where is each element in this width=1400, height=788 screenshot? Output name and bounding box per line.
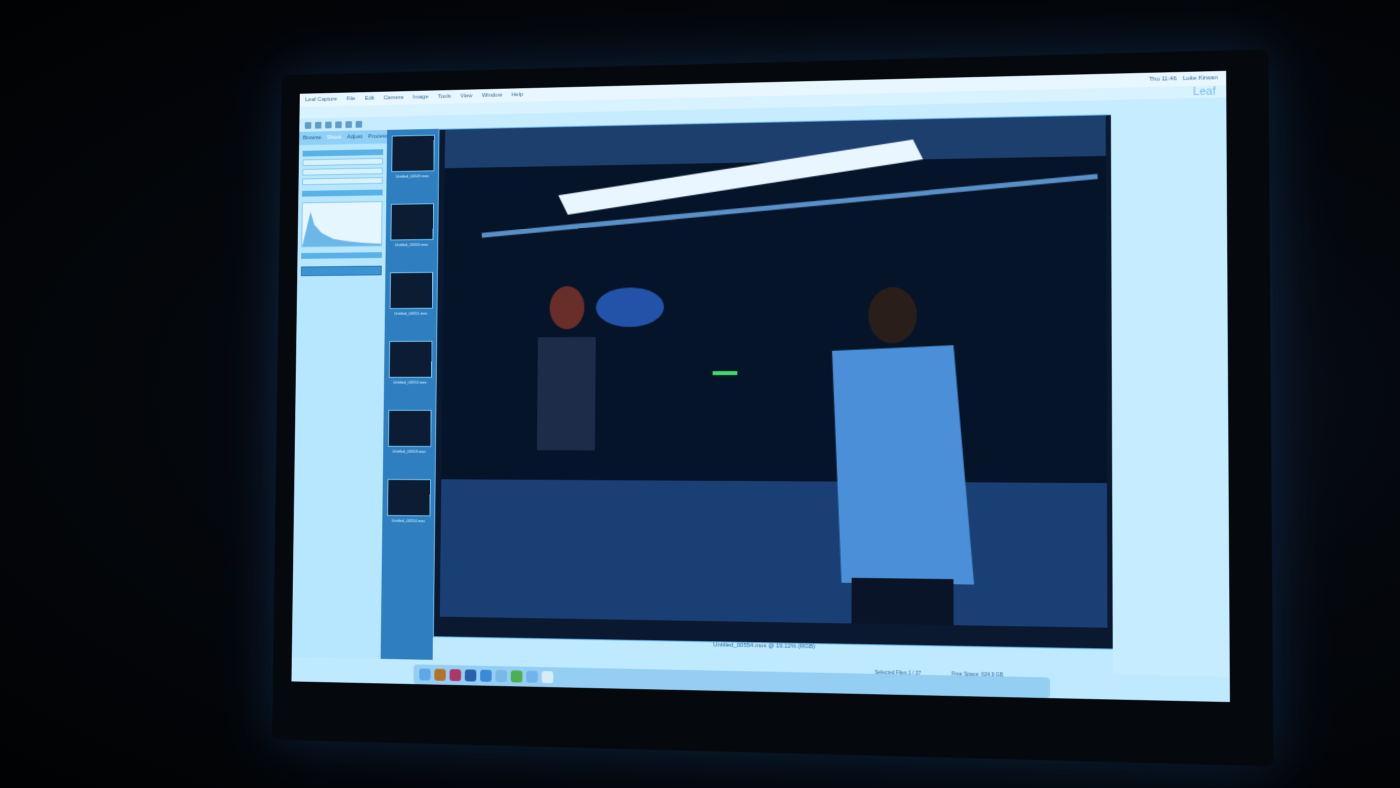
settings-field[interactable]: [302, 167, 383, 176]
menu-item-app[interactable]: Leaf Capture: [305, 97, 337, 103]
histogram-graph: [302, 210, 382, 247]
menu-item-edit[interactable]: Edit: [365, 96, 375, 102]
indesign-icon[interactable]: [449, 669, 462, 682]
dark-room-scene: Leaf Capture File Edit Camera Image Tool…: [0, 0, 1400, 788]
thumbnail-label: Untitled_00554.mos: [391, 517, 426, 524]
thumbnail[interactable]: [390, 134, 435, 173]
tab-adjust[interactable]: Adjust: [347, 134, 363, 140]
progress-bar: [300, 265, 382, 277]
thumbnail-label: Untitled_00553.mos: [392, 448, 426, 454]
leaf-logo: Leaf: [1193, 85, 1216, 99]
tool-icon[interactable]: [325, 121, 332, 128]
thumbnail[interactable]: [386, 478, 431, 517]
photoshop-icon[interactable]: [464, 669, 477, 682]
trash-icon[interactable]: [541, 671, 554, 684]
section-header[interactable]: [301, 252, 382, 259]
menu-item-file[interactable]: File: [346, 96, 355, 102]
mail-icon[interactable]: [495, 670, 508, 683]
tab-process[interactable]: Process: [368, 134, 388, 140]
clock: Thu 11:46: [1148, 76, 1177, 83]
thumbnail-label: Untitled_00551.mos: [393, 310, 428, 316]
menu-item-tools[interactable]: Tools: [438, 94, 451, 100]
thumbnail[interactable]: [387, 409, 432, 447]
menu-item-view[interactable]: View: [460, 93, 472, 99]
menu-item-window[interactable]: Window: [482, 93, 502, 99]
tab-browse[interactable]: Browse: [303, 135, 322, 141]
screen: Leaf Capture File Edit Camera Image Tool…: [291, 70, 1230, 703]
safari-icon[interactable]: [480, 669, 492, 682]
thumbnail-label: Untitled_00552.mos: [393, 379, 427, 385]
tool-icon[interactable]: [314, 121, 322, 129]
indicator-light: [712, 371, 738, 376]
settings-field[interactable]: [302, 177, 383, 186]
tool-icon[interactable]: [355, 120, 363, 128]
tool-icon[interactable]: [304, 121, 312, 129]
thumbnail[interactable]: [389, 203, 434, 241]
right-panel: [1110, 97, 1230, 677]
histogram: [301, 201, 383, 248]
thumbnail-label: Untitled_00550.mos: [394, 241, 429, 248]
settings-field[interactable]: [302, 157, 384, 167]
menu-item-camera[interactable]: Camera: [384, 95, 404, 101]
main-image-view[interactable]: [432, 114, 1115, 650]
computer-monitor: Leaf Capture File Edit Camera Image Tool…: [272, 49, 1274, 767]
left-panel: Browse Shoot Adjust Process: [291, 129, 388, 659]
menu-item-image[interactable]: Image: [413, 94, 429, 100]
section-header[interactable]: [302, 149, 384, 157]
user-name[interactable]: Luke Kirwan: [1183, 75, 1218, 82]
section-header[interactable]: [302, 189, 383, 197]
thumbnail-label: Untitled_00549.mos: [395, 173, 429, 179]
finder-icon[interactable]: [419, 668, 431, 681]
studio-photo: [439, 115, 1108, 628]
thumbnail[interactable]: [388, 340, 432, 378]
folder-icon[interactable]: [526, 670, 538, 683]
panel-tabs: Browse Shoot Adjust Process: [299, 129, 388, 146]
menu-item-help[interactable]: Help: [512, 92, 524, 98]
thumbnail[interactable]: [389, 271, 433, 310]
tab-shoot[interactable]: Shoot: [327, 135, 342, 141]
tool-icon[interactable]: [335, 120, 342, 128]
thumbnail-strip: Untitled_00549.mos Untitled_00550.mos Un…: [380, 128, 439, 660]
spotify-icon[interactable]: [510, 670, 523, 683]
tool-icon[interactable]: [345, 120, 352, 128]
bridge-icon[interactable]: [434, 668, 446, 681]
